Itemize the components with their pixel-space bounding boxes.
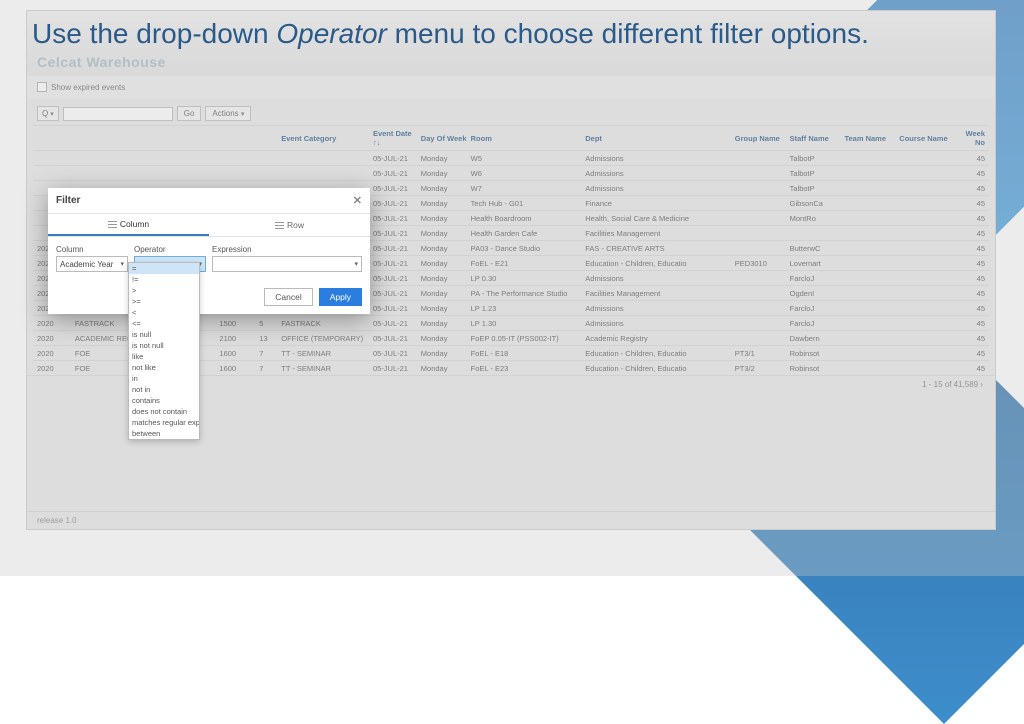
column-select[interactable]: Academic Year▾: [56, 256, 128, 272]
show-expired-label: Show expired events: [51, 83, 125, 92]
chevron-down-icon: ▾: [120, 260, 124, 268]
expression-select[interactable]: ▾: [212, 256, 362, 272]
col-week-no[interactable]: Week No: [954, 129, 989, 147]
operator-option[interactable]: does not contain: [129, 406, 199, 417]
tab-column[interactable]: Column: [48, 214, 209, 236]
operator-option[interactable]: is not null: [129, 340, 199, 351]
col-event-category[interactable]: Event Category: [281, 134, 373, 143]
col-room[interactable]: Room: [471, 134, 586, 143]
footer-release: release 1.0: [27, 511, 995, 529]
cancel-button[interactable]: Cancel: [264, 288, 312, 306]
label-expression: Expression: [212, 245, 362, 254]
chevron-down-icon: ▾: [354, 260, 358, 268]
show-expired-checkbox[interactable]: [37, 82, 47, 92]
search-scope-button[interactable]: Q▾: [37, 106, 59, 121]
col-staff-name[interactable]: Staff Name: [790, 134, 845, 143]
col-course-name[interactable]: Course Name: [899, 134, 954, 143]
operator-option[interactable]: is null: [129, 329, 199, 340]
operator-option[interactable]: matches regular expression: [129, 417, 199, 428]
filter-title: Filter: [56, 195, 80, 206]
operator-option[interactable]: >: [129, 285, 199, 296]
operator-option[interactable]: <=: [129, 318, 199, 329]
table-header-row: Event Category Event Date ↑↓ Day Of Week…: [33, 125, 989, 150]
grid-icon: [108, 221, 117, 228]
col-group-name[interactable]: Group Name: [735, 134, 790, 143]
operator-dropdown[interactable]: =!=>>=<<=is nullis not nulllikenot likei…: [128, 262, 200, 440]
caption: Use the drop-down Operator menu to choos…: [32, 18, 992, 50]
col-event-date[interactable]: Event Date ↑↓: [373, 129, 421, 147]
col-day-of-week[interactable]: Day Of Week: [421, 134, 471, 143]
operator-option[interactable]: in: [129, 373, 199, 384]
operator-option[interactable]: contains: [129, 395, 199, 406]
operator-option[interactable]: between: [129, 428, 199, 439]
filter-dialog: Filter ✕ Column Row Column Operator Expr…: [48, 188, 370, 314]
close-icon[interactable]: ✕: [353, 194, 362, 207]
operator-option[interactable]: =: [129, 263, 199, 274]
operator-option[interactable]: <: [129, 307, 199, 318]
label-column: Column: [56, 245, 128, 254]
tab-row[interactable]: Row: [209, 214, 370, 236]
operator-option[interactable]: like: [129, 351, 199, 362]
col-dept[interactable]: Dept: [585, 134, 735, 143]
apply-button[interactable]: Apply: [319, 288, 362, 306]
label-operator: Operator: [134, 245, 206, 254]
go-button[interactable]: Go: [177, 106, 202, 121]
operator-option[interactable]: !=: [129, 274, 199, 285]
table-row[interactable]: 05-JUL-21MondayW6AdmissionsTalbotP45: [33, 165, 989, 180]
table-row[interactable]: 05-JUL-21MondayW5AdmissionsTalbotP45: [33, 150, 989, 165]
operator-option[interactable]: not in: [129, 384, 199, 395]
actions-button[interactable]: Actions ▾: [205, 106, 251, 121]
col-team-name[interactable]: Team Name: [844, 134, 899, 143]
search-input[interactable]: [63, 107, 173, 121]
rows-icon: [275, 222, 284, 229]
operator-option[interactable]: not like: [129, 362, 199, 373]
operator-option[interactable]: >=: [129, 296, 199, 307]
